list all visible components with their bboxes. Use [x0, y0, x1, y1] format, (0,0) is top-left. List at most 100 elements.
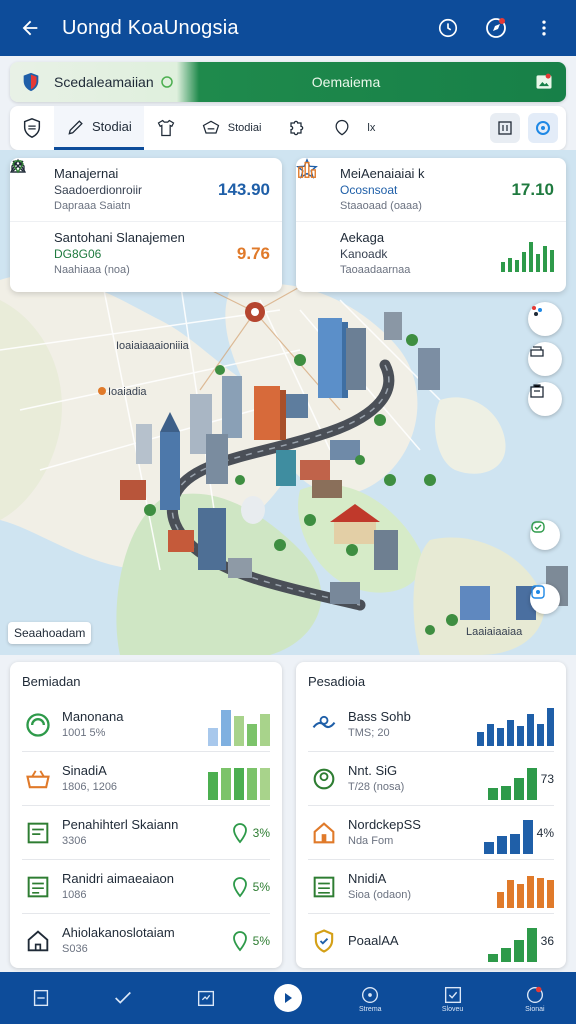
globe-icon: [26, 712, 50, 737]
stat-title: Santohani Slanajemen: [54, 230, 185, 245]
stat-value: 17.10: [511, 179, 554, 199]
stat-subtitle: Ocosnsoat: [340, 182, 398, 197]
bar: [247, 723, 257, 746]
banner-action-button[interactable]: [522, 62, 566, 102]
map-layers-button[interactable]: [528, 342, 562, 376]
puzzle-icon: [290, 120, 304, 136]
list-item[interactable]: Ranidri aimaeaiaon 1086 5%: [22, 860, 270, 914]
map-area-chip[interactable]: Seaahoadam: [8, 622, 92, 644]
back-button[interactable]: [12, 10, 48, 46]
nav-play[interactable]: [263, 975, 313, 1021]
stat-subtitle: Saadoerdionroiir: [54, 182, 143, 197]
stat-title: Aekaga: [340, 230, 385, 245]
bar: [547, 707, 554, 746]
grid-icon: [498, 121, 512, 135]
item-subtitle: 3306: [62, 834, 87, 847]
stat-row[interactable]: MeiAenaiaiai k Ocosnsoat Staaoaad (oaaa)…: [296, 158, 566, 222]
more-menu-button[interactable]: [524, 8, 564, 48]
tab-protect[interactable]: lx: [319, 106, 387, 150]
photo-icon: [536, 73, 552, 89]
stat-row[interactable]: Aekaga Kanoadk Taoaadaarnaa: [296, 161, 566, 286]
bar: [221, 709, 231, 746]
map-location-button[interactable]: [530, 584, 560, 614]
stat-row[interactable]: Santohani Slanajemen DG8G06 Naahiaaa (no…: [10, 158, 282, 286]
explore-button[interactable]: [476, 8, 516, 48]
grid-view-button[interactable]: [490, 113, 520, 143]
nav-explore[interactable]: Strema: [345, 975, 395, 1021]
nav-tasks[interactable]: [98, 975, 148, 1021]
location-button[interactable]: [528, 113, 558, 143]
bar: [496, 835, 507, 854]
stat-title: MeiAenaiaiai k: [340, 165, 425, 181]
panel-title: Bemiadan: [22, 674, 81, 689]
list-item[interactable]: Penahihterl Skaiann 3306 3%: [22, 806, 270, 860]
item-bar-chart: [487, 920, 537, 962]
list-item[interactable]: Bass Sohb TMS; 20: [308, 698, 554, 752]
shield-outline-icon: [335, 119, 349, 136]
list-item[interactable]: NnidiA Sioa (odaon): [308, 860, 554, 914]
list-item[interactable]: Ahiolakanoslotaiam S036 5%: [22, 914, 270, 968]
list-item[interactable]: SinadiA 1806, 1206: [22, 752, 270, 806]
stat-caption: Taoaadaarnaa: [340, 264, 411, 276]
list-item[interactable]: Nnt. SiG T/28 (nosa) 73: [308, 752, 554, 806]
nav-checklist[interactable]: Sloveu: [428, 975, 478, 1021]
item-subtitle: Nda Fom: [348, 834, 394, 847]
panel-title: Pesadioia: [308, 674, 366, 689]
nav-map[interactable]: [181, 975, 231, 1021]
house-orange-icon: [313, 821, 335, 843]
bar: [487, 954, 498, 962]
item-title: Ranidri aimaeaiaon: [62, 870, 175, 886]
map-place-label: Laaiaiaaiaa: [466, 626, 523, 638]
tab-shop[interactable]: Stodiai: [188, 106, 274, 150]
tab-stodiai[interactable]: Stodiai: [54, 106, 144, 150]
compass-icon: [486, 18, 506, 38]
pin-outline-icon: [232, 876, 247, 897]
tab-label: Stodiai: [92, 119, 132, 134]
bar: [526, 767, 537, 800]
tab-label: Stodiai: [227, 122, 262, 134]
city-map[interactable]: Manajernai Saadoerdionroiir Dapraaa Saia…: [0, 150, 576, 655]
item-percent: 5%: [252, 934, 270, 948]
bar: [526, 928, 537, 962]
item-percent: 5%: [252, 879, 270, 894]
map-dots-button[interactable]: [528, 302, 562, 336]
list-item[interactable]: NordckepSS Nda Fom 4%: [308, 806, 554, 860]
map-building-button[interactable]: [528, 382, 562, 416]
stat-caption: Staaoaad (oaaa): [340, 199, 422, 212]
bar: [517, 883, 524, 908]
nav-label: Sloveu: [441, 1005, 464, 1013]
stat-row[interactable]: Manajernai Saadoerdionroiir Dapraaa Saia…: [10, 158, 282, 222]
right-panel: Pesadioia Bass Sohb TMS; 20 Nnt. SiG T/28 (…: [296, 662, 566, 968]
map-place-label: Ioaiaiaaaioniiia: [116, 340, 189, 352]
bar: [500, 948, 511, 962]
bar: [487, 787, 498, 800]
check-nav-icon: [115, 991, 132, 1004]
nav-location[interactable]: Sionai: [510, 975, 560, 1021]
map-stats-card-left[interactable]: Manajernai Saadoerdionroiir Dapraaa Saia…: [10, 158, 282, 292]
item-subtitle: T/28 (nosa): [348, 780, 405, 793]
item-bar-chart: [487, 758, 537, 800]
shirt-icon: [157, 119, 175, 137]
tab-apparel[interactable]: [144, 106, 188, 150]
list-item[interactable]: Manonana 1001 5%: [22, 698, 270, 752]
pin-outline-icon: [232, 931, 247, 952]
bar: [208, 727, 218, 746]
item-subtitle: 1086: [62, 888, 87, 901]
shield-button[interactable]: [10, 106, 54, 150]
map-stats-card-right[interactable]: MeiAenaiaiai k Ocosnsoat Staaoaad (oaaa)…: [296, 158, 566, 292]
item-title: NordckepSS: [348, 816, 421, 832]
target-icon: [536, 121, 550, 135]
shield-badge-icon: [23, 118, 41, 138]
item-title: Manonana: [62, 708, 124, 724]
map-chat-button[interactable]: [530, 520, 560, 550]
item-percent: 36: [540, 934, 554, 948]
bar: [507, 879, 514, 908]
nav-documents[interactable]: [16, 975, 66, 1021]
tab-puzzle[interactable]: [273, 106, 319, 150]
bar: [507, 719, 514, 746]
list-item[interactable]: PoaalAA 36: [308, 914, 554, 968]
item-title: Penahihterl Skaiann: [62, 816, 179, 832]
status-banner[interactable]: Scedaleamaiian Oemaiema: [10, 62, 566, 102]
history-button[interactable]: [428, 8, 468, 48]
item-subtitle: 1806, 1206: [62, 780, 118, 793]
